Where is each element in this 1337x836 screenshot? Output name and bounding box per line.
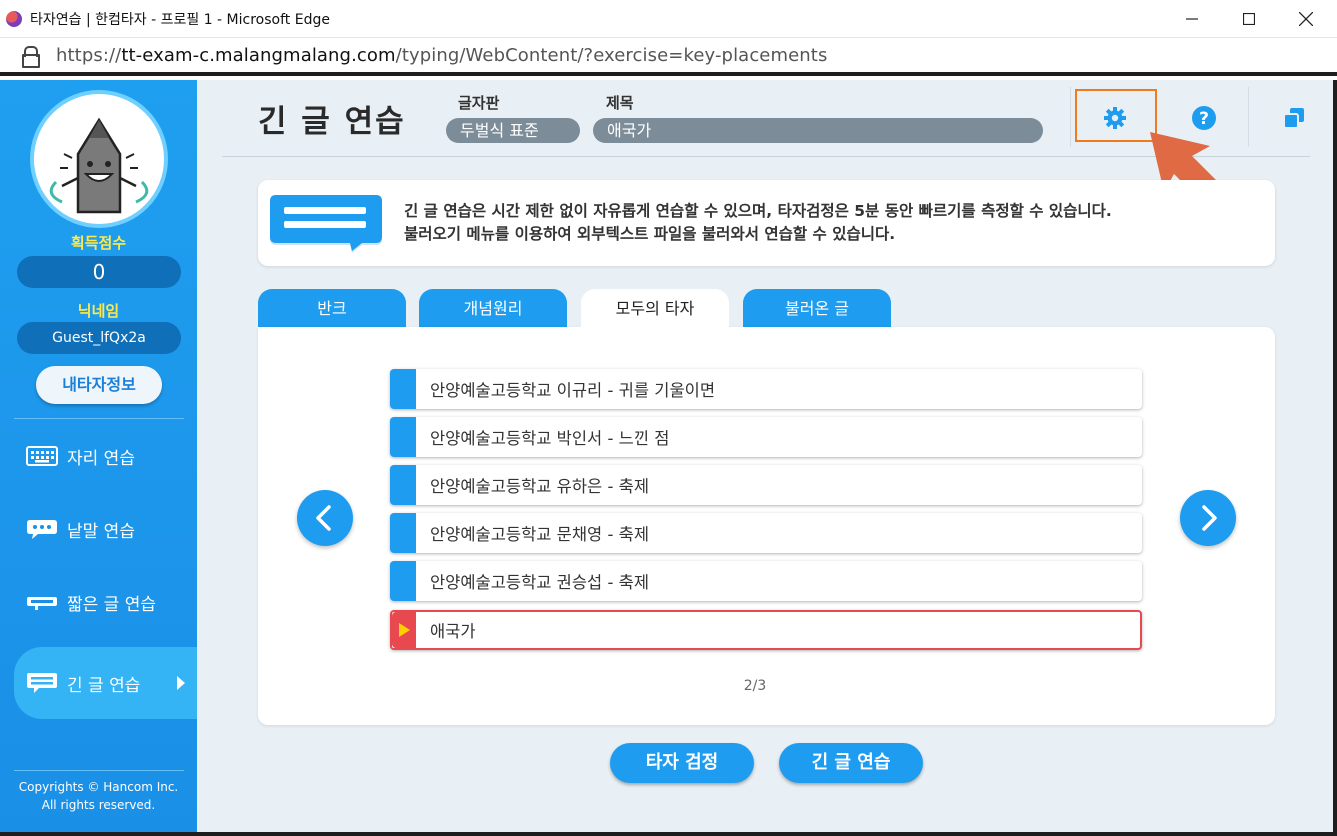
window-border — [0, 832, 1337, 836]
next-page-button[interactable] — [1180, 490, 1236, 546]
sidebar-item-label: 자리 연습 — [67, 448, 135, 469]
lock-icon — [22, 46, 40, 68]
list-item-label: 안양예술고등학교 박인서 - 느낀 점 — [430, 429, 670, 448]
list-item-marker — [390, 561, 416, 601]
tab-everyone[interactable]: 모두의 타자 — [581, 289, 729, 329]
maximize-icon — [1243, 13, 1255, 25]
sidebar-item-key-practice[interactable]: 자리 연습 — [0, 428, 197, 484]
score-label: 획득점수 — [70, 234, 127, 252]
list-item-label: 안양예술고등학교 이규리 - 귀를 기울이면 — [430, 381, 715, 400]
list-item[interactable]: 안양예술고등학교 문채영 - 축제 — [390, 513, 1142, 553]
list-item-marker — [390, 369, 416, 409]
tab-bank[interactable]: 반크 — [258, 289, 406, 328]
list-item[interactable]: 안양예술고등학교 박인서 - 느낀 점 — [390, 417, 1142, 457]
sidebar-item-label: 긴 글 연습 — [67, 675, 141, 696]
speech-bubble-icon — [270, 195, 382, 253]
avatar — [30, 90, 168, 228]
restore-window-icon — [1283, 108, 1304, 129]
info-text: 긴 글 연습은 시간 제한 없이 자유롭게 연습할 수 있으며, 타자검정은 5… — [404, 200, 1112, 246]
sidebar-divider — [14, 770, 184, 771]
my-typing-info-button[interactable]: 내타자정보 — [36, 366, 162, 404]
long-text-practice-button[interactable]: 긴 글 연습 — [779, 743, 923, 783]
list-item-label: 안양예술고등학교 권승섭 - 축제 — [430, 573, 650, 592]
settings-button[interactable] — [1100, 104, 1130, 132]
info-line: 긴 글 연습은 시간 제한 없이 자유롭게 연습할 수 있으며, 타자검정은 5… — [404, 202, 1112, 220]
minimize-button[interactable] — [1164, 0, 1220, 38]
edge-profile-icon — [6, 10, 22, 27]
page-indicator: 2/3 — [743, 678, 767, 694]
sidebar-item-label: 짧은 글 연습 — [67, 594, 157, 615]
list-item-marker — [390, 513, 416, 553]
copyright: Copyrights © Hancom Inc. All rights rese… — [0, 778, 197, 814]
svg-text:?: ? — [1199, 109, 1209, 129]
info-line: 불러오기 메뉴를 이용하여 외부텍스트 파일을 불러와서 연습할 수 있습니다. — [404, 225, 896, 243]
long-text-icon — [26, 672, 58, 694]
chat-bubble-icon — [26, 518, 58, 540]
help-button[interactable]: ? — [1189, 103, 1219, 133]
nickname-value: Guest_lfQx2a — [17, 322, 181, 354]
keyboard-layout-label: 글자판 — [458, 94, 500, 112]
chevron-right-icon — [1202, 505, 1217, 531]
maximize-button[interactable] — [1221, 0, 1277, 38]
sidebar-item-short-text[interactable]: 짧은 글 연습 — [0, 574, 197, 630]
list-item[interactable]: 안양예술고등학교 권승섭 - 축제 — [390, 561, 1142, 601]
active-arrow-icon — [177, 676, 185, 690]
mascot-avatar-icon — [49, 117, 149, 214]
gear-icon — [1104, 107, 1126, 129]
url-scheme: https:// — [56, 44, 122, 66]
address-bar[interactable]: https://tt-exam-c.malangmalang.com/typin… — [0, 38, 1337, 76]
minimize-icon — [1186, 18, 1198, 20]
play-marker-icon — [392, 612, 416, 648]
page-title: 긴 글 연습 — [258, 104, 406, 140]
score-value: 0 — [17, 256, 181, 288]
tab-concept[interactable]: 개념원리 — [419, 289, 567, 328]
list-item-marker — [390, 465, 416, 505]
keyboard-icon — [26, 445, 58, 467]
window-border — [1333, 80, 1337, 836]
list-item-label: 애국가 — [430, 622, 476, 641]
url-path: /typing/WebContent/?exercise=key-placeme… — [395, 44, 828, 66]
sidebar-item-word-practice[interactable]: 낱말 연습 — [0, 501, 197, 557]
prev-page-button[interactable] — [297, 490, 353, 546]
nickname-label: 닉네임 — [77, 302, 120, 320]
typing-test-button[interactable]: 타자 검정 — [610, 743, 754, 783]
list-item-selected[interactable]: 애국가 — [390, 610, 1142, 650]
list-item-label: 안양예술고등학교 유하은 - 축제 — [430, 477, 650, 496]
help-icon: ? — [1192, 106, 1216, 130]
list-item-label: 안양예술고등학교 문채영 - 축제 — [430, 525, 650, 544]
sidebar-divider — [14, 418, 184, 419]
chevron-left-icon — [316, 505, 331, 531]
copyright-line: Copyrights © Hancom Inc. — [18, 780, 179, 794]
sidebar-item-label: 낱말 연습 — [67, 521, 135, 542]
close-button[interactable] — [1278, 0, 1334, 38]
tab-loaded[interactable]: 불러온 글 — [743, 289, 891, 328]
url-host: tt-exam-c.malangmalang.com — [121, 44, 396, 66]
sidebar: 획득점수 0 닉네임 Guest_lfQx2a 내타자정보 자리 연습 낱말 연… — [0, 80, 197, 832]
window-mode-button[interactable] — [1279, 103, 1309, 133]
list-item-marker — [390, 417, 416, 457]
copyright-line: All rights reserved. — [41, 798, 156, 812]
window-titlebar: 타자연습 | 한컴타자 - 프로필 1 - Microsoft Edge — [0, 0, 1337, 38]
subject-label: 제목 — [606, 94, 634, 112]
list-item[interactable]: 안양예술고등학교 이규리 - 귀를 기울이면 — [390, 369, 1142, 409]
short-text-icon — [26, 591, 58, 613]
list-item[interactable]: 안양예술고등학교 유하은 - 축제 — [390, 465, 1142, 505]
header-divider-line — [222, 156, 1310, 157]
header-divider — [1070, 87, 1071, 147]
close-icon — [1299, 12, 1313, 26]
window-title: 타자연습 | 한컴타자 - 프로필 1 - Microsoft Edge — [30, 11, 330, 28]
sidebar-item-long-text[interactable]: 긴 글 연습 — [14, 647, 197, 719]
keyboard-layout-value[interactable]: 두벌식 표준 — [446, 118, 580, 143]
subject-value: 애국가 — [593, 118, 1043, 143]
header-divider — [1248, 87, 1249, 147]
url-text[interactable]: https://tt-exam-c.malangmalang.com/typin… — [56, 45, 827, 66]
